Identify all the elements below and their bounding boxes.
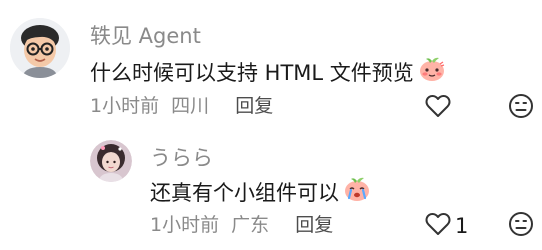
shy-peach-emoji-icon <box>418 56 446 89</box>
comment-username[interactable]: 轶见 Agent <box>90 23 201 49</box>
comment-time: 1小时前 <box>90 95 160 117</box>
avatar[interactable] <box>10 18 70 78</box>
dislike-button[interactable] <box>508 93 534 123</box>
unhappy-face-icon <box>508 93 534 123</box>
like-button[interactable] <box>425 94 455 122</box>
reply-username[interactable]: うらら <box>150 145 213 171</box>
reply-text-content: 还真有个小组件可以 <box>150 180 339 205</box>
comment-meta: 1小时前 四川 回复 <box>90 94 273 118</box>
reply-time: 1小时前 <box>150 214 220 236</box>
reply-meta: 1小时前 广东 回复 <box>150 213 333 237</box>
unhappy-face-icon <box>508 211 534 241</box>
comment-location: 四川 <box>171 95 210 117</box>
reply-button[interactable]: 回复 <box>235 95 273 117</box>
heart-icon <box>425 212 451 240</box>
like-button[interactable]: 1 <box>425 212 468 240</box>
dislike-button[interactable] <box>508 211 534 241</box>
heart-icon <box>425 94 451 122</box>
avatar[interactable] <box>90 140 132 182</box>
reply-item: うらら 还真有个小组件可以 1小时前 广东 回复 1 <box>0 125 542 250</box>
reply-text: 还真有个小组件可以 <box>150 176 371 209</box>
crying-peach-emoji-icon <box>343 176 371 209</box>
reply-button[interactable]: 回复 <box>295 214 333 236</box>
reply-location: 广东 <box>231 214 270 236</box>
like-count: 1 <box>455 214 469 238</box>
comment-text: 什么时候可以支持 HTML 文件预览 <box>90 56 446 89</box>
comment-text-content: 什么时候可以支持 HTML 文件预览 <box>90 60 414 85</box>
comment-item: 轶见 Agent 什么时候可以支持 HTML 文件预览 1小时前 四川 回复 <box>0 0 542 125</box>
